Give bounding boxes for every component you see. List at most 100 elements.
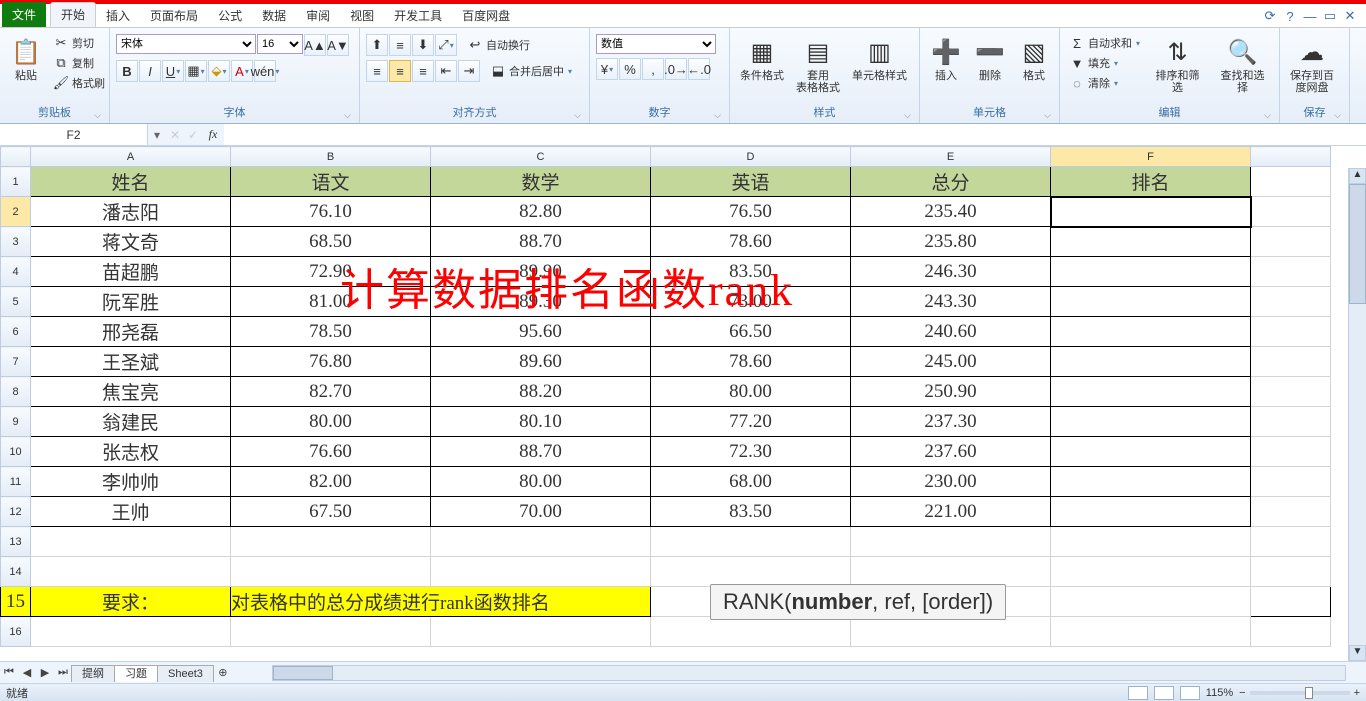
tab-review[interactable]: 审阅: [296, 4, 340, 27]
autosum-button[interactable]: Σ自动求和: [1066, 34, 1143, 52]
cell-math[interactable]: 70.00: [431, 497, 651, 527]
row-header-4[interactable]: 4: [1, 257, 31, 287]
row-header-10[interactable]: 10: [1, 437, 31, 467]
hscroll-thumb[interactable]: [273, 666, 333, 680]
row-header-15[interactable]: 15: [1, 587, 31, 617]
empty-cell[interactable]: [651, 617, 851, 647]
grow-font-button[interactable]: A▲: [304, 34, 326, 56]
col-header-B[interactable]: B: [231, 147, 431, 167]
cell-math[interactable]: 88.70: [431, 227, 651, 257]
row-header-2[interactable]: 2: [1, 197, 31, 227]
save-baidu-button[interactable]: ☁保存到百 度网盘: [1286, 34, 1338, 96]
header-cell[interactable]: 姓名: [31, 167, 231, 197]
tab-layout[interactable]: 页面布局: [140, 4, 208, 27]
cell-math[interactable]: 82.80: [431, 197, 651, 227]
help-icon[interactable]: ?: [1282, 8, 1298, 24]
fill-color-button[interactable]: ⬙: [208, 60, 230, 82]
col-header-E[interactable]: E: [851, 147, 1051, 167]
empty-cell[interactable]: [1051, 617, 1251, 647]
header-cell[interactable]: 数学: [431, 167, 651, 197]
font-size-select[interactable]: 16: [257, 34, 303, 54]
cell-math[interactable]: 89.60: [431, 347, 651, 377]
row-header-7[interactable]: 7: [1, 347, 31, 377]
paste-button[interactable]: 📋 粘贴: [6, 34, 46, 84]
empty-cell[interactable]: [31, 557, 231, 587]
row-header-6[interactable]: 6: [1, 317, 31, 347]
enter-formula-button[interactable]: ✓: [184, 128, 202, 142]
col-header-A[interactable]: A: [31, 147, 231, 167]
cell-rank[interactable]: [1051, 257, 1251, 287]
empty-cell[interactable]: [1051, 527, 1251, 557]
currency-button[interactable]: ¥: [596, 58, 618, 80]
cell-name[interactable]: 王圣斌: [31, 347, 231, 377]
cell-total[interactable]: 237.60: [851, 437, 1051, 467]
cell-english[interactable]: 66.50: [651, 317, 851, 347]
insert-cells-button[interactable]: ➕插入: [926, 34, 966, 84]
close-icon[interactable]: ✕: [1342, 8, 1358, 24]
cell-chinese[interactable]: 67.50: [231, 497, 431, 527]
cell-styles-button[interactable]: ▥单元格样式: [848, 34, 911, 84]
cell-math[interactable]: 95.60: [431, 317, 651, 347]
cell-total[interactable]: 235.80: [851, 227, 1051, 257]
tab-insert[interactable]: 插入: [96, 4, 140, 27]
sync-icon[interactable]: ⟳: [1262, 8, 1278, 24]
minimize-icon[interactable]: —: [1302, 8, 1318, 24]
dec-decimal-button[interactable]: ←.0: [688, 58, 710, 80]
empty-cell[interactable]: [431, 527, 651, 557]
header-cell[interactable]: 语文: [231, 167, 431, 197]
align-bottom-button[interactable]: ⬇: [412, 34, 434, 56]
cell-rank[interactable]: [1051, 407, 1251, 437]
align-right-button[interactable]: ≡: [412, 60, 434, 82]
tab-nav-next[interactable]: ▶: [36, 666, 54, 679]
vertical-scrollbar[interactable]: ▲ ▼: [1348, 168, 1366, 661]
cell-chinese[interactable]: 76.10: [231, 197, 431, 227]
row-header-1[interactable]: 1: [1, 167, 31, 197]
merge-center-button[interactable]: ⬓合并后居中: [487, 60, 575, 82]
cell-name[interactable]: 焦宝亮: [31, 377, 231, 407]
table-format-button[interactable]: ▤套用 表格格式: [792, 34, 844, 96]
tab-file[interactable]: 文件: [2, 2, 46, 27]
cell-name[interactable]: 潘志阳: [31, 197, 231, 227]
empty-cell[interactable]: [651, 557, 851, 587]
cell-english[interactable]: 73.00: [651, 287, 851, 317]
empty-cell[interactable]: [851, 617, 1051, 647]
empty-cell[interactable]: [651, 527, 851, 557]
tab-nav-first[interactable]: ⏮: [0, 666, 18, 679]
empty-cell[interactable]: [431, 557, 651, 587]
comma-button[interactable]: ,: [642, 58, 664, 80]
cell-rank[interactable]: [1051, 197, 1251, 227]
sheet-tab-提纲[interactable]: 提纲: [71, 665, 115, 682]
req-text[interactable]: 对表格中的总分成绩进行rank函数排名: [231, 587, 651, 617]
row-header-16[interactable]: 16: [1, 617, 31, 647]
wrap-text-button[interactable]: ↩自动换行: [464, 34, 533, 56]
restore-icon[interactable]: ▭: [1322, 8, 1338, 24]
cell-english[interactable]: 72.30: [651, 437, 851, 467]
row-header-3[interactable]: 3: [1, 227, 31, 257]
cell-chinese[interactable]: 80.00: [231, 407, 431, 437]
new-sheet-button[interactable]: ⊕: [214, 666, 232, 679]
empty-cell[interactable]: [31, 527, 231, 557]
cell-rank[interactable]: [1051, 467, 1251, 497]
find-select-button[interactable]: 🔍查找和选择: [1212, 34, 1273, 96]
row-header-14[interactable]: 14: [1, 557, 31, 587]
col-header-D[interactable]: D: [651, 147, 851, 167]
italic-button[interactable]: I: [139, 60, 161, 82]
conditional-format-button[interactable]: ▦条件格式: [736, 34, 788, 84]
row-header-13[interactable]: 13: [1, 527, 31, 557]
cell-math[interactable]: 88.70: [431, 437, 651, 467]
format-painter-button[interactable]: 🖌格式刷: [50, 74, 108, 92]
percent-button[interactable]: %: [619, 58, 641, 80]
tab-baidu[interactable]: 百度网盘: [452, 4, 520, 27]
cancel-formula-button[interactable]: ✕: [166, 128, 184, 142]
cell-chinese[interactable]: 76.60: [231, 437, 431, 467]
name-box[interactable]: F2: [0, 124, 148, 145]
empty-cell[interactable]: [231, 617, 431, 647]
cell-name[interactable]: 阮军胜: [31, 287, 231, 317]
tab-view[interactable]: 视图: [340, 4, 384, 27]
align-left-button[interactable]: ≡: [366, 60, 388, 82]
req-label[interactable]: 要求：: [31, 587, 231, 617]
zoom-in-button[interactable]: +: [1354, 687, 1360, 699]
scroll-up-button[interactable]: ▲: [1349, 168, 1366, 184]
phonetic-button[interactable]: wén: [254, 60, 276, 82]
sort-filter-button[interactable]: ⇅排序和筛选: [1147, 34, 1208, 96]
